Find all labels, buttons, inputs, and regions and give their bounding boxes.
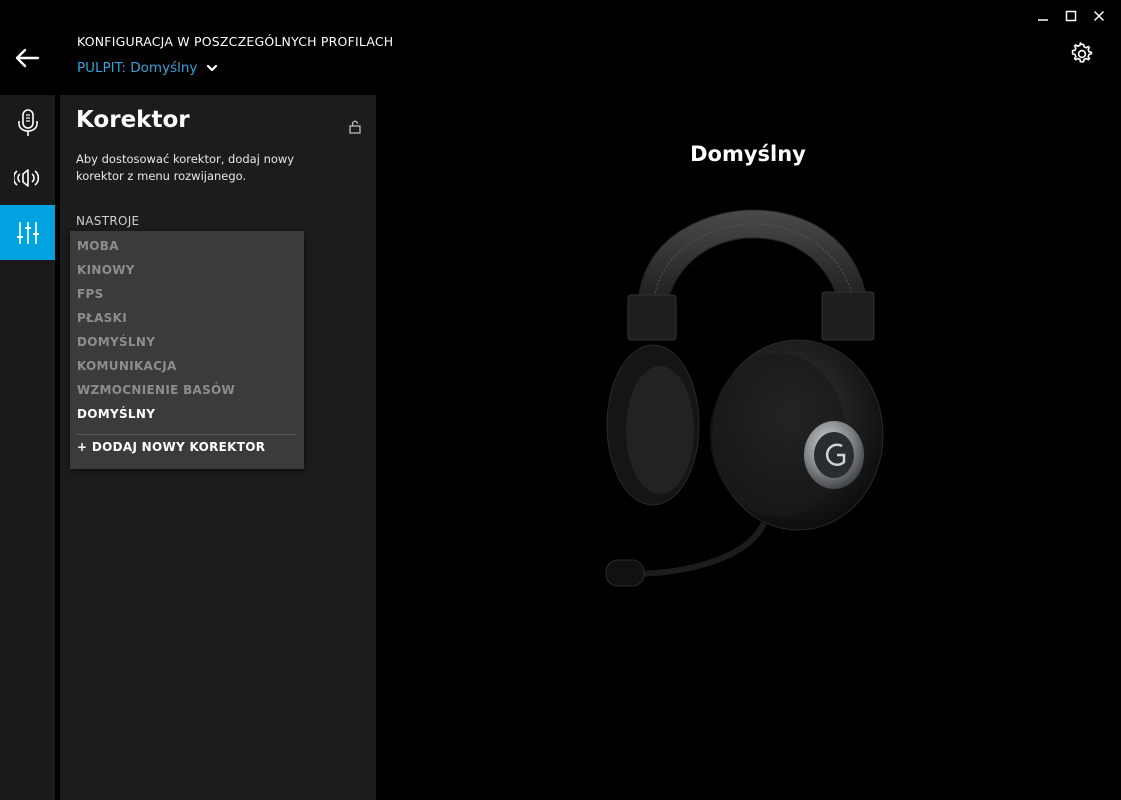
add-new-equalizer-button[interactable]: + DODAJ NOWY KOREKTOR	[77, 440, 265, 454]
chevron-down-icon	[207, 64, 218, 72]
sidebar-item-speaker[interactable]	[0, 150, 55, 205]
equalizer-icon	[16, 221, 39, 244]
window-controls	[1029, 6, 1113, 26]
sidebar-item-microphone[interactable]	[0, 95, 55, 150]
preset-item[interactable]: FPS	[77, 287, 104, 301]
sidebar-rail	[0, 95, 55, 800]
panel-title: Korektor	[76, 107, 190, 133]
presets-label: NASTROJE	[76, 214, 140, 228]
gear-icon[interactable]	[1070, 42, 1094, 66]
minimize-icon[interactable]	[1029, 6, 1057, 26]
preset-item[interactable]: DOMYŚLNY	[77, 335, 155, 349]
speaker-icon	[13, 168, 39, 187]
device-name: Domyślny	[690, 142, 806, 166]
sidebar-item-equalizer[interactable]	[0, 205, 55, 260]
profile-selector-label: PULPIT: Domyślny	[77, 60, 198, 76]
maximize-icon[interactable]	[1057, 6, 1085, 26]
preset-item-selected[interactable]: DOMYŚLNY	[77, 407, 155, 421]
preset-item[interactable]: KOMUNIKACJA	[77, 359, 177, 373]
dropdown-divider	[77, 434, 297, 435]
preset-item[interactable]: WZMOCNIENIE BASÓW	[77, 383, 235, 397]
close-icon[interactable]	[1085, 6, 1113, 26]
profile-selector[interactable]: PULPIT: Domyślny	[77, 60, 218, 76]
headset-image	[605, 209, 884, 587]
panel-description: Aby dostosować korektor, dodaj nowy kore…	[76, 152, 295, 183]
preset-item[interactable]: MOBA	[77, 239, 119, 253]
preset-item[interactable]: KINOWY	[77, 263, 135, 277]
microphone-icon	[17, 108, 38, 136]
page-title: KONFIGURACJA W POSZCZEGÓLNYCH PROFILACH	[77, 34, 394, 49]
unlock-icon[interactable]	[348, 119, 362, 134]
arrow-left-icon[interactable]	[14, 46, 40, 70]
equalizer-panel: Korektor Aby dostosować korektor, dodaj …	[60, 95, 376, 800]
presets-dropdown: MOBA KINOWY FPS PŁASKI DOMYŚLNY KOMUNIKA…	[70, 231, 304, 469]
preset-item[interactable]: PŁASKI	[77, 311, 127, 325]
